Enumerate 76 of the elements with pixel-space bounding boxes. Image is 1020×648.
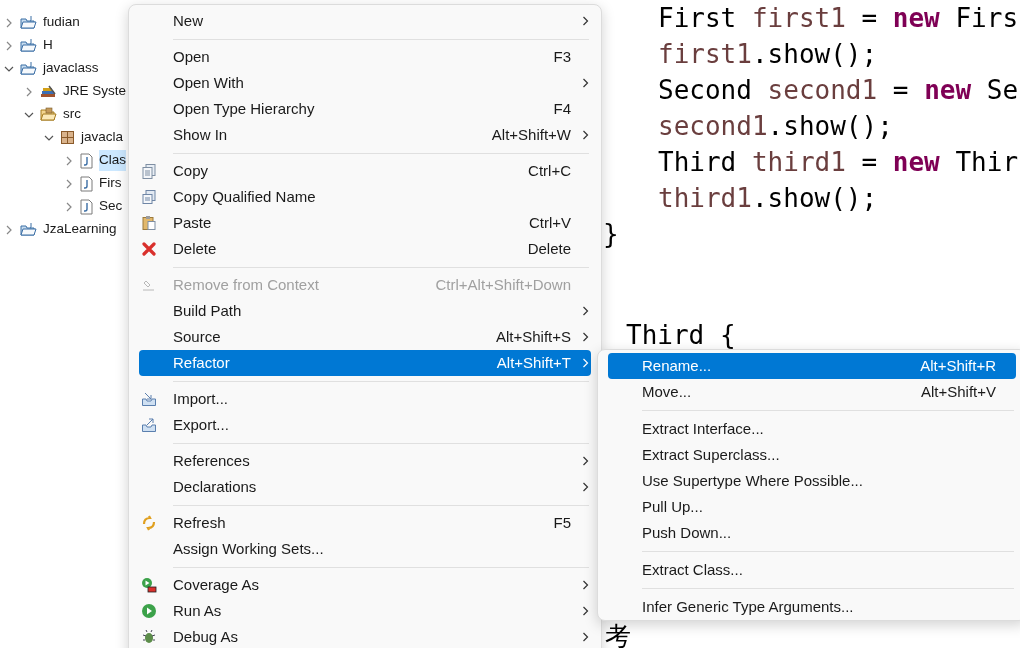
- tree-item[interactable]: H: [43, 35, 53, 56]
- java-file-icon: [80, 175, 93, 192]
- menu-item[interactable]: Extract Superclass...: [608, 442, 1016, 468]
- tree-item[interactable]: JRE Syste: [63, 81, 127, 102]
- coverage-icon: [141, 577, 157, 593]
- tree-item[interactable]: fudian: [43, 12, 80, 33]
- copy-icon: [141, 189, 157, 205]
- menu-item[interactable]: Extract Interface...: [608, 416, 1016, 442]
- menu-item[interactable]: Run As: [139, 598, 591, 624]
- menu-item[interactable]: Refresh F5: [139, 510, 591, 536]
- menu-item[interactable]: Push Down...: [608, 520, 1016, 546]
- menu-item[interactable]: Copy Qualified Name: [139, 184, 591, 210]
- books-icon: [40, 84, 57, 99]
- project-folder-icon: [20, 222, 37, 237]
- menu-item[interactable]: Copy Ctrl+C: [139, 158, 591, 184]
- java-file-icon: [80, 198, 93, 215]
- chevron-right-icon[interactable]: [64, 155, 74, 166]
- menu-item[interactable]: Coverage As: [139, 572, 591, 598]
- project-folder-icon: [20, 38, 37, 53]
- menu-item[interactable]: Use Supertype Where Possible...: [608, 468, 1016, 494]
- menu-item[interactable]: Source Alt+Shift+S: [139, 324, 591, 350]
- menu-item[interactable]: Pull Up...: [608, 494, 1016, 520]
- menu-item[interactable]: Move... Alt+Shift+V: [608, 379, 1016, 405]
- menu-item[interactable]: Paste Ctrl+V: [139, 210, 591, 236]
- import-icon: [141, 391, 157, 407]
- code-line: First first1 = new Firs: [658, 2, 1019, 35]
- package-icon: [60, 130, 75, 145]
- menu-item[interactable]: Open With: [139, 70, 591, 96]
- clipboard-icon: [141, 215, 157, 231]
- menu-item[interactable]: Assign Working Sets...: [139, 536, 591, 562]
- menu-item[interactable]: Extract Class...: [608, 557, 1016, 583]
- code-line: second1.show();: [658, 110, 893, 143]
- menu-item[interactable]: Build Path: [139, 298, 591, 324]
- menu-item[interactable]: Open Type Hierarchy F4: [139, 96, 591, 122]
- tree-item[interactable]: JzaLearning: [43, 219, 117, 240]
- menu-item[interactable]: Declarations: [139, 474, 591, 500]
- chevron-right-icon[interactable]: [64, 201, 74, 212]
- code-line: first1.show();: [658, 38, 878, 71]
- tree-item[interactable]: Sec: [99, 196, 123, 217]
- tree-item[interactable]: Firs: [99, 173, 122, 194]
- code-line: third1.show();: [658, 182, 878, 215]
- export-icon: [141, 417, 157, 433]
- menu-item[interactable]: Debug As: [139, 624, 591, 648]
- tree-item[interactable]: src: [63, 104, 81, 125]
- bug-icon: [141, 629, 157, 645]
- delete-icon: [141, 241, 157, 257]
- project-folder-icon: [20, 15, 37, 30]
- menu-item[interactable]: References: [139, 448, 591, 474]
- menu-item[interactable]: Open F3: [139, 44, 591, 70]
- package-folder-icon: [40, 107, 57, 122]
- menu-item[interactable]: New: [139, 8, 591, 34]
- chevron-right-icon[interactable]: [64, 178, 74, 189]
- menu-item[interactable]: Show In Alt+Shift+W: [139, 122, 591, 148]
- project-folder-icon: [20, 61, 37, 76]
- menu-item[interactable]: Delete Delete: [139, 236, 591, 262]
- refresh-icon: [141, 515, 157, 531]
- code-line: }: [603, 218, 619, 251]
- run-icon: [141, 603, 157, 619]
- menu-item[interactable]: Import...: [139, 386, 591, 412]
- code-line: Third {: [626, 319, 736, 352]
- tree-item[interactable]: javacla: [81, 127, 124, 148]
- chevron-right-icon[interactable]: [4, 40, 14, 51]
- menu-item[interactable]: Rename... Alt+Shift+R: [608, 353, 1016, 379]
- code-line: Third third1 = new Thir: [658, 146, 1019, 179]
- java-file-icon: [80, 152, 93, 169]
- chevron-right-icon[interactable]: [4, 224, 14, 235]
- menu-item[interactable]: Refactor Alt+Shift+T: [139, 350, 591, 376]
- code-line: 考: [605, 624, 631, 648]
- menu-item[interactable]: Export...: [139, 412, 591, 438]
- tree-item[interactable]: javaclass: [43, 58, 99, 79]
- copy-icon: [141, 163, 157, 179]
- code-line: Second second1 = new Se: [658, 74, 1019, 107]
- tree-item[interactable]: Clas: [99, 150, 126, 171]
- chevron-right-icon[interactable]: [4, 17, 14, 28]
- chevron-right-icon[interactable]: [24, 86, 34, 97]
- menu-item[interactable]: Infer Generic Type Arguments...: [608, 594, 1016, 620]
